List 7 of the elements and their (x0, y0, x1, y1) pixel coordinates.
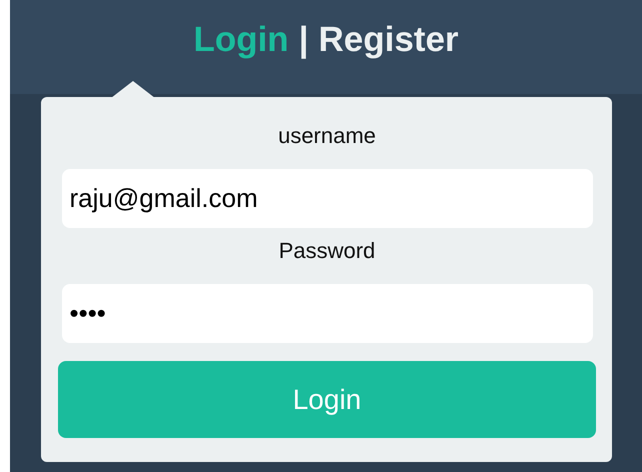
tab-separator: | (298, 20, 308, 60)
tab[interactable]: Register (318, 20, 459, 60)
input-field[interactable]: raju@gmail.com (62, 169, 592, 228)
tab[interactable]: Login (193, 20, 289, 60)
field-label: Password (278, 238, 376, 264)
field-label: username (278, 123, 376, 149)
input-field[interactable]: •••• (62, 284, 592, 343)
